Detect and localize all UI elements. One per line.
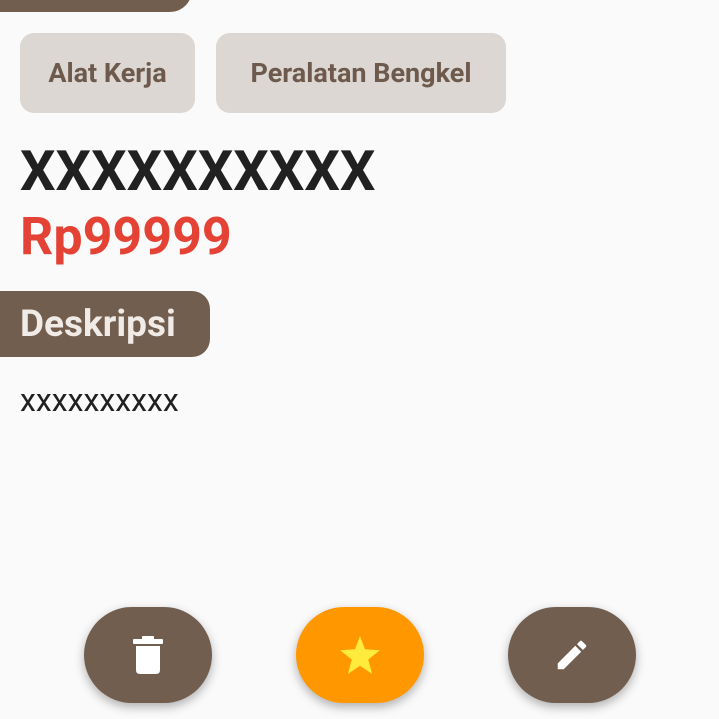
favorite-button[interactable] [296,607,424,703]
product-title: XXXXXXXXXX [20,138,376,204]
trash-icon [133,636,163,674]
description-heading: Deskripsi [0,291,210,357]
section-header-partial [0,0,192,12]
category-chip[interactable]: Alat Kerja [20,33,195,113]
edit-button[interactable] [508,607,636,703]
pencil-icon [553,636,591,674]
product-price: Rp99999 [20,206,232,267]
star-icon [340,636,380,674]
delete-button[interactable] [84,607,212,703]
category-chip[interactable]: Peralatan Bengkel [216,33,506,113]
description-text: xxxxxxxxxx [20,381,179,419]
